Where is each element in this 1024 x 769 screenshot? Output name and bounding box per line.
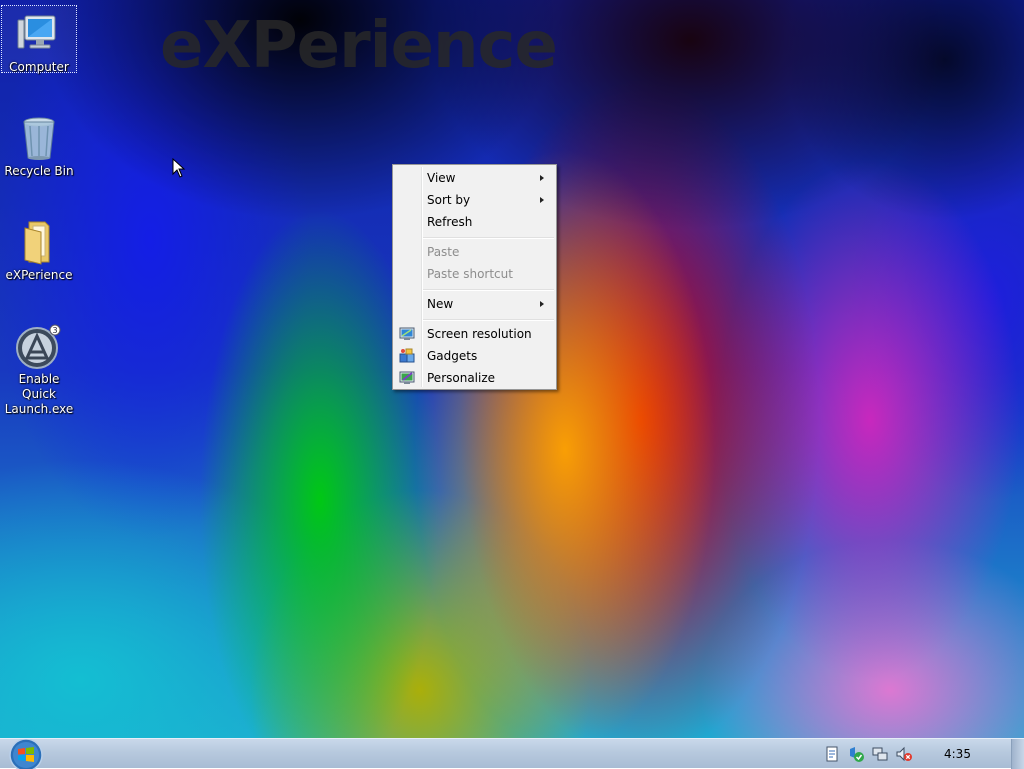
- mouse-cursor-icon: [172, 158, 186, 178]
- menu-item-label: Sort by: [427, 193, 471, 207]
- desktop-icon-label: eXPerience: [5, 268, 73, 282]
- menu-separator: [423, 319, 554, 321]
- menu-separator: [423, 237, 554, 239]
- desktop-icon-computer[interactable]: Computer: [1, 5, 77, 74]
- submenu-arrow-icon: [540, 197, 544, 203]
- folder-icon: [24, 221, 50, 265]
- volume-muted-icon[interactable]: [896, 746, 912, 762]
- menu-item-label: View: [427, 171, 456, 185]
- menu-item-view[interactable]: View: [395, 167, 554, 189]
- computer-icon: [17, 15, 56, 49]
- menu-item-gadgets[interactable]: Gadgets: [395, 345, 554, 367]
- menu-item-paste[interactable]: Paste: [395, 241, 554, 263]
- desktop-icon-label: Enable Quick Launch.exe: [4, 372, 74, 416]
- desktop-icon-enable-quick-launch[interactable]: 3 Enable Quick Launch.exe: [2, 318, 76, 417]
- menu-separator: [423, 289, 554, 291]
- start-button[interactable]: [4, 739, 46, 769]
- taskbar: 4:35: [0, 738, 1024, 769]
- gadgets-icon: [399, 348, 415, 363]
- menu-item-new[interactable]: New: [395, 293, 554, 315]
- menu-item-label: Personalize: [427, 371, 496, 385]
- menu-item-personalize[interactable]: Personalize: [395, 367, 554, 389]
- recycle-bin-icon: [23, 117, 55, 160]
- screen-resolution-icon: [399, 327, 415, 340]
- menu-item-paste-shortcut[interactable]: Paste shortcut: [395, 263, 554, 285]
- menu-item-sort-by[interactable]: Sort by: [395, 189, 554, 211]
- submenu-arrow-icon: [540, 301, 544, 307]
- taskbar-clock[interactable]: 4:35: [944, 747, 971, 761]
- submenu-arrow-icon: [540, 175, 544, 181]
- desktop-icon-recycle-bin[interactable]: Recycle Bin: [2, 110, 76, 179]
- menu-item-label: Paste shortcut: [427, 267, 513, 281]
- menu-item-label: Paste: [427, 245, 460, 259]
- menu-item-label: New: [427, 297, 454, 311]
- app-launcher-icon: 3: [16, 324, 61, 369]
- menu-item-refresh[interactable]: Refresh: [395, 211, 554, 233]
- desktop[interactable]: eXPerience Computer Recycle Bin eXPerien: [0, 0, 1024, 738]
- menu-item-label: Gadgets: [427, 349, 478, 363]
- network-icon[interactable]: [872, 746, 888, 762]
- desktop-icon-label: Computer: [9, 60, 69, 74]
- notes-icon[interactable]: [824, 746, 840, 762]
- svg-text:3: 3: [52, 326, 57, 335]
- menu-item-screen-resolution[interactable]: Screen resolution: [395, 323, 554, 345]
- personalize-icon: [399, 371, 415, 384]
- menu-item-label: Refresh: [427, 215, 473, 229]
- show-desktop-button[interactable]: [1011, 739, 1024, 769]
- desktop-icon-experience-folder[interactable]: eXPerience: [2, 214, 76, 283]
- desktop-context-menu: View Sort by Refresh Paste Paste shortcu…: [392, 164, 557, 390]
- menu-item-label: Screen resolution: [427, 327, 532, 341]
- wallpaper-watermark: eXPerience: [160, 9, 558, 83]
- desktop-icon-label: Recycle Bin: [4, 164, 74, 178]
- system-tray: 4:35: [820, 739, 1010, 769]
- security-shield-icon[interactable]: [848, 746, 864, 762]
